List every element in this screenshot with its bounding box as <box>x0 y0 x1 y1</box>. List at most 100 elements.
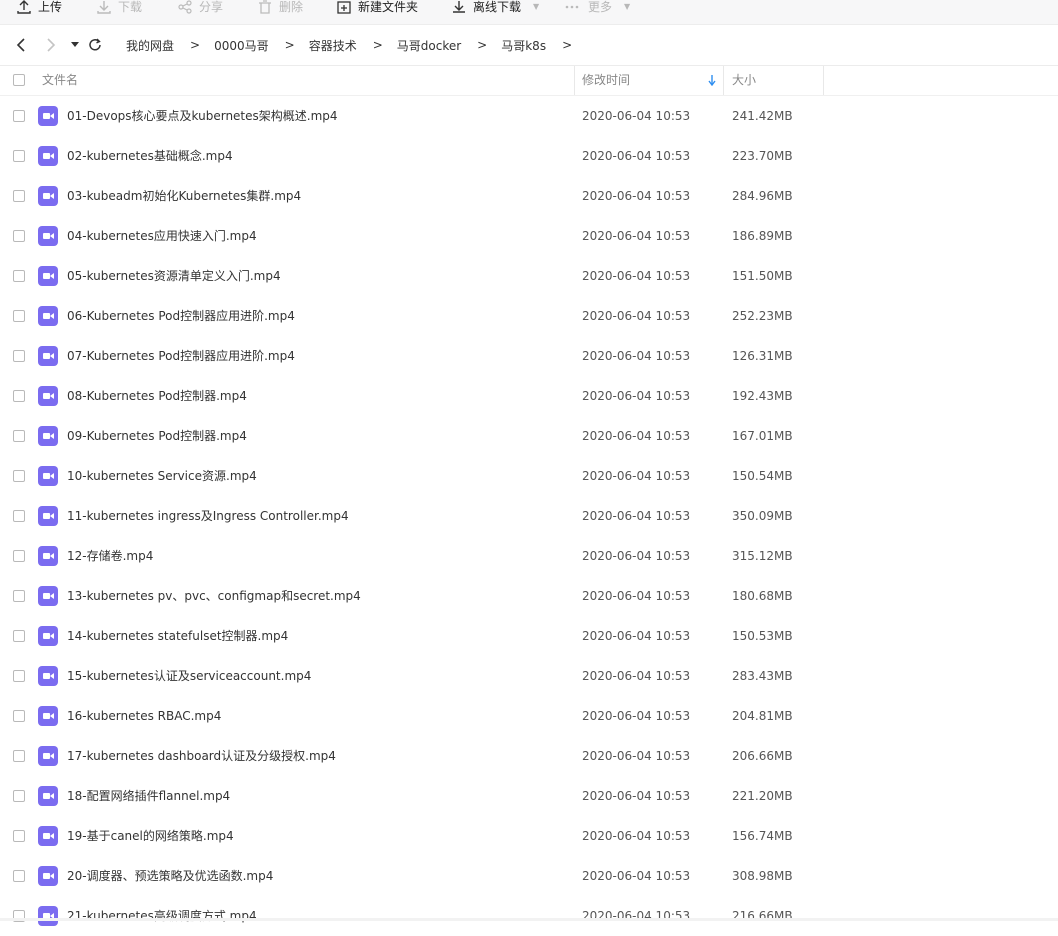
share-button[interactable]: 分享 <box>178 0 223 17</box>
file-name[interactable]: 15-kubernetes认证及serviceaccount.mp4 <box>67 668 311 684</box>
file-row[interactable]: 10-kubernetes Service资源.mp4 2020-06-04 10… <box>0 456 1058 496</box>
column-header-size[interactable]: 大小 <box>732 66 756 95</box>
file-name[interactable]: 13-kubernetes pv、pvc、configmap和secret.mp… <box>67 588 361 604</box>
refresh-icon[interactable] <box>87 37 103 53</box>
share-label: 分享 <box>199 0 224 14</box>
file-row[interactable]: 14-kubernetes statefulset控制器.mp4 2020-06-… <box>0 616 1058 656</box>
row-checkbox[interactable] <box>13 190 25 202</box>
row-checkbox[interactable] <box>13 870 25 882</box>
file-row[interactable]: 04-kubernetes应用快速入门.mp4 2020-06-04 10:53 1… <box>0 216 1058 256</box>
file-row[interactable]: 21-kubernetes高级调度方式.mp4 2020-06-04 10:53 2… <box>0 896 1058 936</box>
file-row[interactable]: 11-kubernetes ingress及Ingress Controller… <box>0 496 1058 536</box>
back-icon[interactable] <box>13 37 29 53</box>
row-checkbox[interactable] <box>13 750 25 762</box>
file-row[interactable]: 07-Kubernetes Pod控制器应用进阶.mp4 2020-06-04 1… <box>0 336 1058 376</box>
file-name[interactable]: 11-kubernetes ingress及Ingress Controller… <box>67 508 349 524</box>
row-checkbox[interactable] <box>13 390 25 402</box>
file-row[interactable]: 05-kubernetes资源清单定义入门.mp4 2020-06-04 10:5… <box>0 256 1058 296</box>
file-row[interactable]: 09-Kubernetes Pod控制器.mp4 2020-06-04 10:53… <box>0 416 1058 456</box>
file-name[interactable]: 17-kubernetes dashboard认证及分级授权.mp4 <box>67 748 336 764</box>
file-name[interactable]: 04-kubernetes应用快速入门.mp4 <box>67 228 257 244</box>
file-name[interactable]: 08-Kubernetes Pod控制器.mp4 <box>67 388 247 404</box>
download-button[interactable]: 下载 <box>97 0 142 17</box>
file-row[interactable]: 01-Devops核心要点及kubernetes架构概述.mp4 2020-06-… <box>0 96 1058 136</box>
file-modified-time: 2020-06-04 10:53 <box>582 389 691 403</box>
file-size: 151.50MB <box>732 269 793 283</box>
file-name[interactable]: 02-kubernetes基础概念.mp4 <box>67 148 233 164</box>
row-checkbox[interactable] <box>13 790 25 802</box>
file-row[interactable]: 03-kubeadm初始化Kubernetes集群.mp4 2020-06-04 … <box>0 176 1058 216</box>
column-header-modified[interactable]: 修改时间 <box>582 66 630 95</box>
share-icon <box>178 0 192 14</box>
file-row[interactable]: 16-kubernetes RBAC.mp4 2020-06-04 10:53 20… <box>0 696 1058 736</box>
more-button[interactable]: 更多 ▼ <box>565 0 630 17</box>
chevron-down-icon[interactable]: ▼ <box>624 0 630 17</box>
file-name[interactable]: 16-kubernetes RBAC.mp4 <box>67 708 221 724</box>
column-divider[interactable] <box>823 66 824 95</box>
breadcrumb-item[interactable]: 0000马哥 <box>214 37 269 54</box>
file-name[interactable]: 07-Kubernetes Pod控制器应用进阶.mp4 <box>67 348 295 364</box>
file-name[interactable]: 05-kubernetes资源清单定义入门.mp4 <box>67 268 281 284</box>
file-name[interactable]: 10-kubernetes Service资源.mp4 <box>67 468 257 484</box>
row-checkbox[interactable] <box>13 550 25 562</box>
chevron-down-icon[interactable]: ▼ <box>533 0 539 17</box>
file-size: 204.81MB <box>732 709 793 723</box>
file-row[interactable]: 20-调度器、预选策略及优选函数.mp4 2020-06-04 10:53 308.… <box>0 856 1058 896</box>
file-row[interactable]: 02-kubernetes基础概念.mp4 2020-06-04 10:53 223… <box>0 136 1058 176</box>
breadcrumb-item[interactable]: 马哥docker <box>397 37 461 54</box>
file-row[interactable]: 18-配置网络插件flannel.mp4 2020-06-04 10:53 221.… <box>0 776 1058 816</box>
file-name[interactable]: 18-配置网络插件flannel.mp4 <box>67 788 230 804</box>
file-name[interactable]: 19-基于canel的网络策略.mp4 <box>67 828 234 844</box>
file-row[interactable]: 13-kubernetes pv、pvc、configmap和secret.mp… <box>0 576 1058 616</box>
file-name[interactable]: 20-调度器、预选策略及优选函数.mp4 <box>67 868 273 884</box>
file-size: 241.42MB <box>732 109 793 123</box>
file-size: 206.66MB <box>732 749 793 763</box>
history-dropdown-icon[interactable] <box>67 37 83 53</box>
new-folder-button[interactable]: 新建文件夹 <box>337 0 418 17</box>
upload-button[interactable]: 上传 <box>17 0 62 17</box>
delete-button[interactable]: 删除 <box>258 0 303 17</box>
row-checkbox[interactable] <box>13 110 25 122</box>
file-modified-time: 2020-06-04 10:53 <box>582 109 691 123</box>
file-row[interactable]: 19-基于canel的网络策略.mp4 2020-06-04 10:53 156.7… <box>0 816 1058 856</box>
column-divider[interactable] <box>574 66 575 95</box>
file-name[interactable]: 14-kubernetes statefulset控制器.mp4 <box>67 628 288 644</box>
file-modified-time: 2020-06-04 10:53 <box>582 829 691 843</box>
file-row[interactable]: 15-kubernetes认证及serviceaccount.mp4 2020-0… <box>0 656 1058 696</box>
offline-download-button[interactable]: 离线下载 ▼ <box>452 0 539 17</box>
file-row[interactable]: 08-Kubernetes Pod控制器.mp4 2020-06-04 10:53… <box>0 376 1058 416</box>
row-checkbox[interactable] <box>13 630 25 642</box>
row-checkbox[interactable] <box>13 470 25 482</box>
file-row[interactable]: 06-Kubernetes Pod控制器应用进阶.mp4 2020-06-04 1… <box>0 296 1058 336</box>
file-name[interactable]: 03-kubeadm初始化Kubernetes集群.mp4 <box>67 188 301 204</box>
breadcrumb-item[interactable]: 我的网盘 <box>126 37 174 54</box>
file-name[interactable]: 09-Kubernetes Pod控制器.mp4 <box>67 428 247 444</box>
file-row[interactable]: 12-存储卷.mp4 2020-06-04 10:53 315.12MB <box>0 536 1058 576</box>
breadcrumb-item[interactable]: 容器技术 <box>309 37 357 54</box>
forward-icon[interactable] <box>43 37 59 53</box>
row-checkbox[interactable] <box>13 350 25 362</box>
breadcrumb-item[interactable]: 马哥k8s <box>501 37 546 54</box>
video-file-icon <box>38 506 58 526</box>
row-checkbox[interactable] <box>13 830 25 842</box>
row-checkbox[interactable] <box>13 270 25 282</box>
file-name[interactable]: 01-Devops核心要点及kubernetes架构概述.mp4 <box>67 108 338 124</box>
file-name[interactable]: 06-Kubernetes Pod控制器应用进阶.mp4 <box>67 308 295 324</box>
file-row[interactable]: 17-kubernetes dashboard认证及分级授权.mp4 2020-0… <box>0 736 1058 776</box>
row-checkbox[interactable] <box>13 430 25 442</box>
file-name[interactable]: 12-存储卷.mp4 <box>67 548 153 564</box>
row-checkbox[interactable] <box>13 590 25 602</box>
file-name[interactable]: 21-kubernetes高级调度方式.mp4 <box>67 908 257 924</box>
column-divider[interactable] <box>723 66 724 95</box>
file-modified-time: 2020-06-04 10:53 <box>582 709 691 723</box>
column-header-name[interactable]: 文件名 <box>42 66 78 95</box>
select-all-checkbox[interactable] <box>13 74 25 86</box>
row-checkbox[interactable] <box>13 230 25 242</box>
sort-descending-icon[interactable] <box>708 75 716 89</box>
row-checkbox[interactable] <box>13 310 25 322</box>
row-checkbox[interactable] <box>13 510 25 522</box>
row-checkbox[interactable] <box>13 710 25 722</box>
row-checkbox[interactable] <box>13 150 25 162</box>
row-checkbox[interactable] <box>13 670 25 682</box>
file-size: 223.70MB <box>732 149 793 163</box>
